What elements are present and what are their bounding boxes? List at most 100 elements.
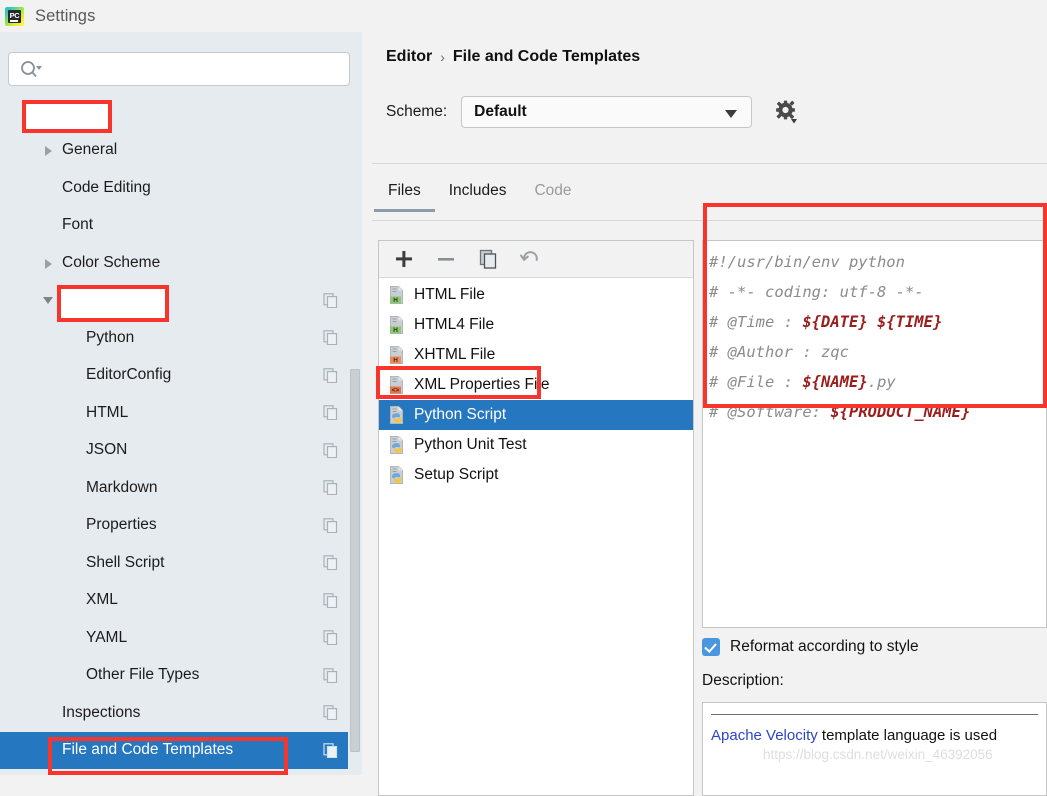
- copy-settings-icon[interactable]: [323, 517, 338, 533]
- sidebar-item-label: File and Code Templates: [62, 741, 234, 759]
- sidebar-item-other-file-types[interactable]: Other File Types: [0, 657, 362, 695]
- copy-settings-icon[interactable]: [323, 555, 338, 571]
- copy-template-button[interactable]: [477, 248, 499, 270]
- template-list-item[interactable]: H HTML4 File: [379, 310, 693, 340]
- sidebar-item-label: Markdown: [86, 478, 158, 496]
- plus-icon: [396, 251, 412, 267]
- copy-settings-icon[interactable]: [323, 592, 338, 608]
- sidebar-item-xml[interactable]: XML: [0, 582, 362, 620]
- add-template-button[interactable]: [393, 248, 415, 270]
- tab-code[interactable]: Code: [520, 182, 585, 212]
- copy-icon: [323, 555, 338, 571]
- template-tabs: Files Includes Code: [374, 182, 1047, 220]
- sidebar-item-label: JSON: [86, 441, 128, 459]
- sidebar-item-general[interactable]: General: [0, 132, 362, 170]
- description-rest: template language is used: [817, 727, 998, 744]
- template-list-item[interactable]: <> XML Properties File: [379, 370, 693, 400]
- copy-settings-icon[interactable]: [323, 405, 338, 421]
- sidebar-item-json[interactable]: JSON: [0, 432, 362, 470]
- copy-settings-icon[interactable]: [323, 705, 338, 721]
- template-list-item-label: Setup Script: [414, 466, 499, 483]
- sidebar-item-inspections[interactable]: Inspections: [0, 694, 362, 732]
- sidebar-scrollbar-thumb[interactable]: [350, 369, 360, 752]
- copy-settings-icon[interactable]: [323, 292, 338, 308]
- sidebar-item-code-editing[interactable]: Code Editing: [0, 169, 362, 207]
- chevron-down-icon[interactable]: [42, 293, 56, 307]
- copy-icon: [323, 367, 338, 383]
- chevron-right-icon[interactable]: [42, 256, 56, 270]
- copy-settings-icon[interactable]: [323, 480, 338, 496]
- copy-settings-icon[interactable]: [323, 330, 338, 346]
- tab-files[interactable]: Files: [374, 182, 435, 212]
- sidebar-item-properties[interactable]: Properties: [0, 507, 362, 545]
- copy-settings-icon[interactable]: [323, 442, 338, 458]
- svg-text:H: H: [393, 297, 398, 304]
- sidebar-item-python[interactable]: Python: [0, 319, 362, 357]
- chevron-right-icon[interactable]: [42, 143, 56, 157]
- scheme-dropdown[interactable]: Default: [461, 96, 753, 128]
- sidebar-item-editorconfig[interactable]: EditorConfig: [0, 357, 362, 395]
- template-comment: .py: [867, 373, 896, 391]
- sidebar-item-markdown[interactable]: Markdown: [0, 469, 362, 507]
- template-list-item-label: XHTML File: [414, 346, 496, 363]
- settings-sidebar: Editor General Code Editing Font Color Schem…: [0, 32, 362, 775]
- sidebar-item-code-style[interactable]: Code Style: [0, 282, 362, 320]
- sidebar-item-label: General: [62, 141, 118, 159]
- apache-velocity-link[interactable]: Apache Velocity: [711, 727, 818, 744]
- breadcrumb-parent[interactable]: Editor: [386, 48, 432, 66]
- sidebar-item-html[interactable]: HTML: [0, 394, 362, 432]
- minus-icon: [438, 258, 454, 261]
- template-list-item[interactable]: Setup Script: [379, 460, 693, 490]
- copy-icon: [323, 442, 338, 458]
- sidebar-item-label: Python: [86, 328, 135, 346]
- sidebar-item-shell-script[interactable]: Shell Script: [0, 544, 362, 582]
- sidebar-scrollbar-track[interactable]: [348, 94, 362, 775]
- reset-template-button[interactable]: [519, 248, 541, 270]
- remove-template-button[interactable]: [435, 248, 457, 270]
- sidebar-item-color-scheme[interactable]: Color Scheme: [0, 244, 362, 282]
- copy-settings-icon[interactable]: [323, 367, 338, 383]
- template-editor[interactable]: #!/usr/bin/env python # -*- coding: utf-…: [702, 240, 1047, 628]
- html-file-icon: H: [387, 285, 407, 305]
- python-file-icon: [387, 405, 407, 425]
- copy-icon: [323, 630, 338, 646]
- python-file-icon: [387, 435, 407, 455]
- template-list-item[interactable]: H XHTML File: [379, 340, 693, 370]
- copy-settings-icon[interactable]: [323, 630, 338, 646]
- scheme-settings-gear-button[interactable]: [774, 99, 800, 125]
- sidebar-item-yaml[interactable]: YAML: [0, 619, 362, 657]
- copy-settings-icon[interactable]: [323, 742, 338, 758]
- pycharm-logo-bar: [10, 19, 18, 22]
- search-input[interactable]: [8, 52, 350, 86]
- reformat-row[interactable]: Reformat according to style: [702, 632, 1047, 662]
- toolbar-divider: [372, 163, 1047, 164]
- template-variable: ${DATE} ${TIME}: [802, 313, 943, 331]
- xhtml-file-icon: H: [390, 346, 403, 364]
- sidebar-item-label: Shell Script: [86, 553, 165, 571]
- template-list-item[interactable]: H HTML File: [379, 280, 693, 310]
- template-list-item[interactable]: Python Script: [379, 400, 693, 430]
- breadcrumb: Editor › File and Code Templates: [386, 48, 640, 66]
- sidebar-item-label: XML: [86, 591, 118, 609]
- watermark-text: https://blog.csdn.net/weixin_46392056: [763, 747, 993, 762]
- sidebar-item-font[interactable]: Font: [0, 207, 362, 245]
- undo-icon: [520, 251, 538, 261]
- template-code[interactable]: #!/usr/bin/env python # -*- coding: utf-…: [703, 241, 1046, 427]
- sidebar-item-file-and-code-templates[interactable]: File and Code Templates: [0, 731, 362, 769]
- description-text: Apache Velocity template language is use…: [703, 715, 1046, 744]
- template-variable: ${PRODUCT_NAME}: [830, 403, 971, 421]
- template-list-item[interactable]: Python Unit Test: [379, 430, 693, 460]
- copy-settings-icon[interactable]: [323, 667, 338, 683]
- search-field-wrapper[interactable]: [8, 52, 350, 86]
- sidebar-item-editor[interactable]: Editor: [0, 94, 362, 132]
- breadcrumb-current: File and Code Templates: [452, 48, 641, 65]
- html-file-icon: H: [387, 315, 407, 335]
- reformat-checkbox[interactable]: [702, 638, 720, 656]
- tab-includes[interactable]: Includes: [435, 182, 521, 212]
